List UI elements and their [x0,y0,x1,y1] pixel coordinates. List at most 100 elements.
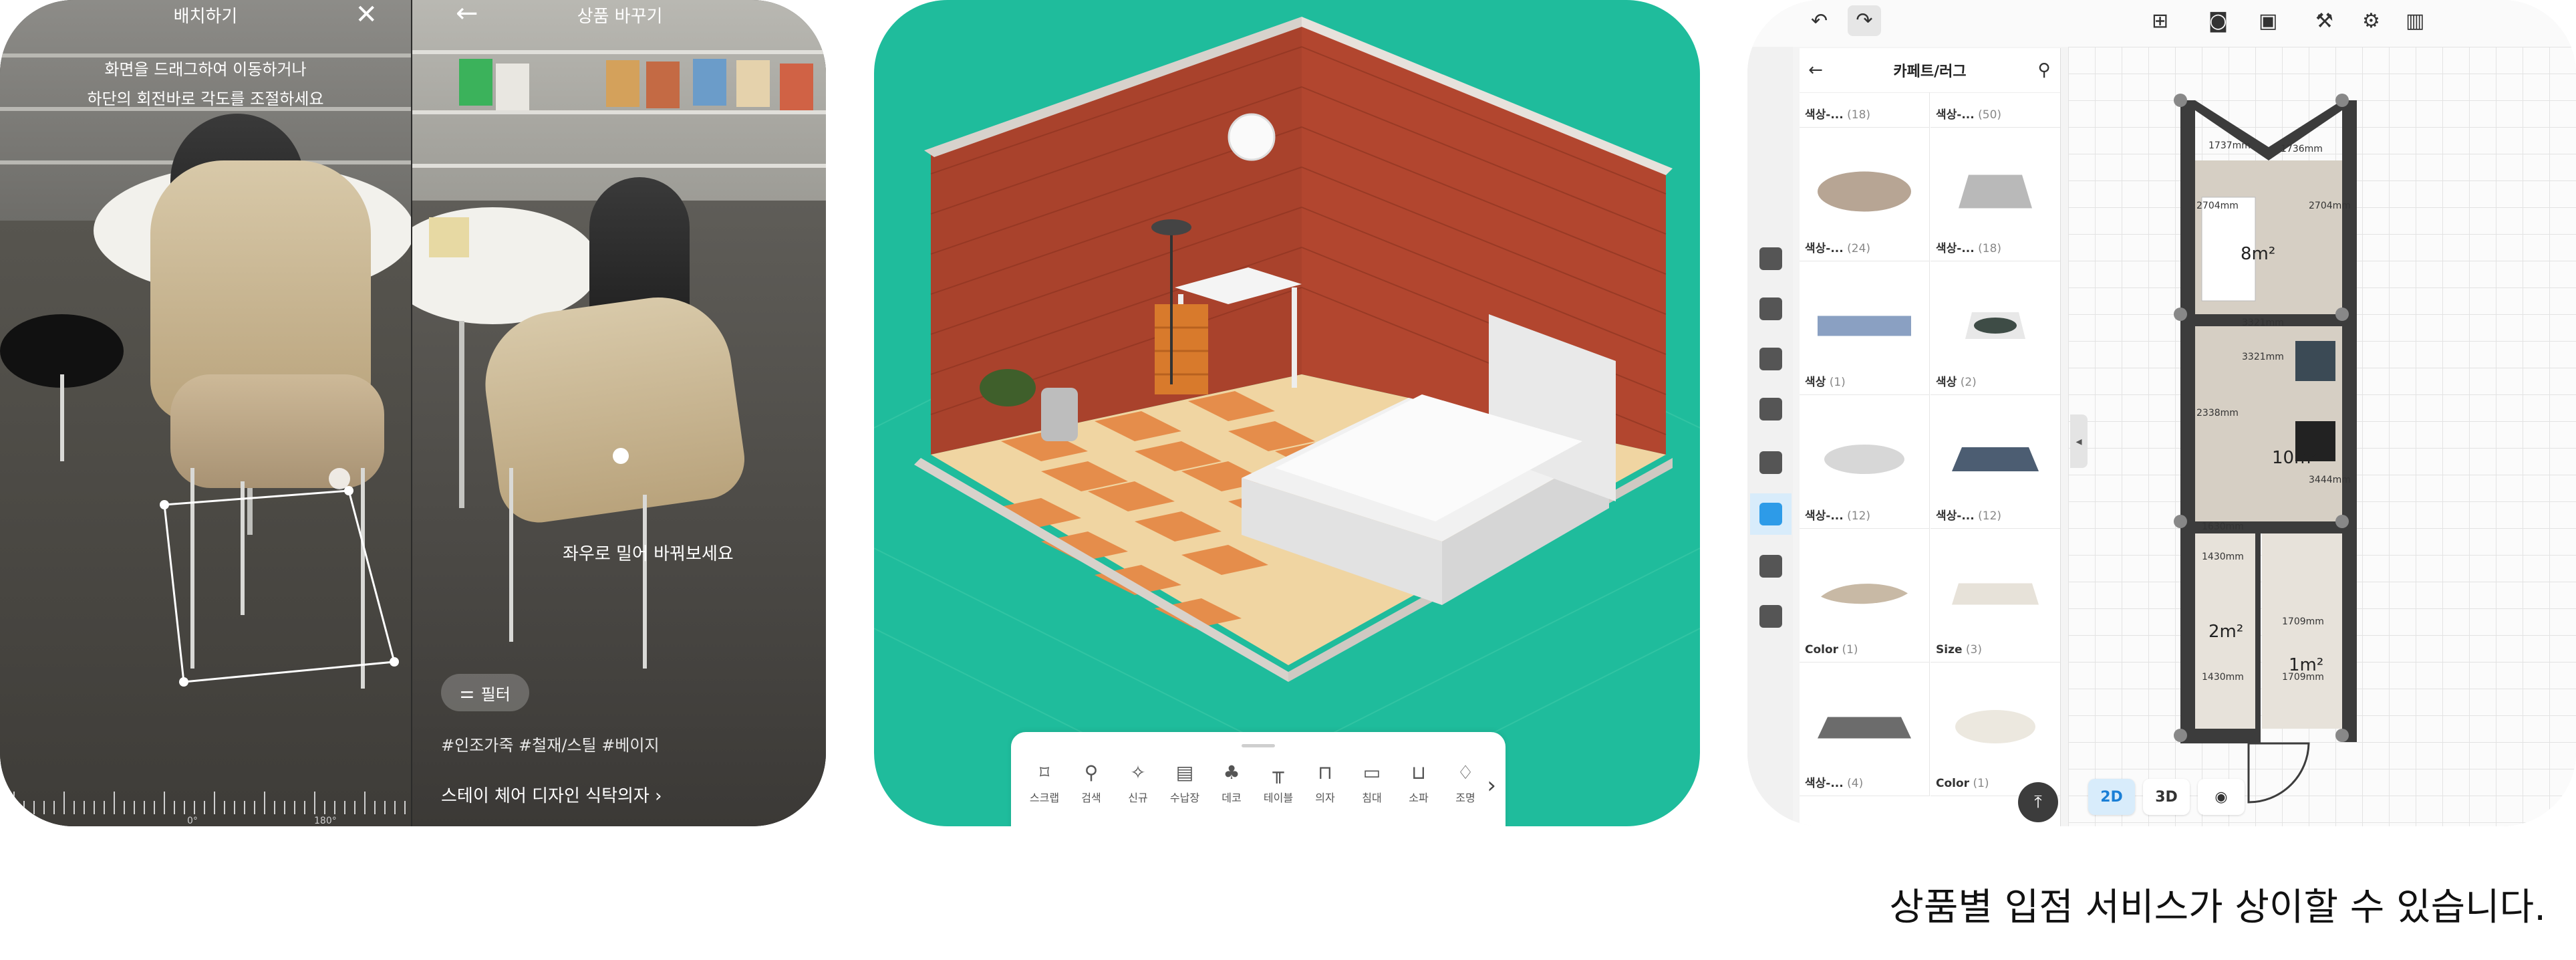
view-toggle: 2D 3D ◉ [2088,779,2245,815]
sheet-handle[interactable] [1242,744,1275,747]
nav-item-bed[interactable]: ▭ 침대 [1348,762,1395,805]
add-file-icon[interactable]: ⊞ [2152,9,2168,33]
cube-icon[interactable] [1759,348,1782,370]
panel-collapse-tab[interactable]: ◂ [2070,414,2088,468]
category-header: ← 카페트/러그 ⚲ [1800,48,2060,93]
clipboard-icon[interactable]: ▥ [2406,9,2424,33]
ruler-tick [104,801,105,814]
product-card[interactable]: 색상 (1) [1800,261,1930,395]
product-card[interactable]: Size (3) [1930,528,2060,663]
gear-icon[interactable]: ⚙ [2362,9,2380,33]
book [606,60,639,107]
cube-icon[interactable] [1759,398,1782,421]
floor-plan-canvas[interactable]: 8m² 10m² 2m² 1m² 1737mm 1736mm 2704mm 27… [2068,47,2576,826]
rotate-handle[interactable] [329,468,350,489]
card-label: 색상-... (18) [1805,108,1871,122]
rug-thumbnail [1959,174,2032,209]
selection-outline[interactable] [154,461,408,702]
beige-chair-back [476,287,750,528]
rug-thumbnail [1818,316,1911,336]
product-card[interactable]: 색상-... (4) [1800,662,1930,796]
book [693,59,726,106]
ruler-tick [184,801,185,814]
nav-item-table[interactable]: ╥ 테이블 [1255,762,1302,805]
nav-item-storage[interactable]: ▤ 수납장 [1161,762,1208,805]
nav-item-search[interactable]: ⚲ 검색 [1068,762,1115,805]
product-card[interactable]: Color (1) [1930,662,2060,796]
search-icon[interactable]: ⚲ [2028,60,2060,80]
ruler-tick [53,801,55,814]
nav-item-deco[interactable]: ♣ 데코 [1208,762,1255,805]
product-name-link[interactable]: 스테이 체어 디자인 식탁의자 › [441,782,662,807]
rug-thumbnail [1818,171,1911,212]
ruler-tick [284,801,285,814]
room-area-label: 8m² [2241,244,2276,264]
rotation-ruler[interactable] [0,779,411,826]
view-3d-button[interactable]: 3D [2143,779,2190,815]
ruler-tick [304,801,305,814]
redo-icon[interactable]: ↷ [1848,5,1881,36]
product-card[interactable]: 색상-... (12) [1800,394,1930,529]
chevron-right-icon[interactable]: › [1487,772,1496,799]
nav-item-new[interactable]: ✧ 신규 [1115,762,1161,805]
rug-category-icon[interactable] [1759,503,1782,525]
dimension-label: 1630mm [2202,521,2244,532]
swipe-handle[interactable] [613,448,629,464]
undo-icon[interactable]: ↶ [1811,9,1828,33]
scroll-top-button[interactable]: ⤒ [2018,782,2058,822]
eye-icon[interactable]: ◉ [2198,779,2245,815]
camera-icon[interactable]: ◙ [2208,9,2228,33]
product-card[interactable]: 색상-... (18) [1800,92,1930,128]
chair-icon: ⊓ [1318,761,1332,784]
ruler-tick [114,792,115,814]
ruler-tick [204,801,205,814]
image-icon[interactable]: ▣ [2259,9,2277,33]
nav-item-chair[interactable]: ⊓ 의자 [1302,762,1348,805]
ruler-tick [43,801,45,814]
user-icon[interactable] [1759,605,1782,628]
room-3d-panel: ⌑ 스크랩 ⚲ 검색 ✧ 신규 ▤ 수납장 ♣ 데코 ╥ 테이블 ⊓ 의자 ▭ … [874,0,1700,826]
cube-icon[interactable] [1759,451,1782,474]
nav-item-scrap[interactable]: ⌑ 스크랩 [1021,762,1068,805]
ruler-tick [244,801,245,814]
ruler-tick [404,801,406,814]
layers-icon[interactable] [1759,555,1782,578]
nav-item-sofa[interactable]: ⊔ 소파 [1395,762,1442,805]
book [646,62,680,108]
ruler-tick [364,792,366,814]
product-card[interactable]: 색상 (2) [1930,261,2060,395]
close-icon[interactable]: ✕ [355,1,378,28]
product-card[interactable]: 색상-... (50) [1930,92,2060,128]
ruler-tick [374,801,376,814]
ruler-tick [23,801,25,814]
ar-left-view: 배치하기 ✕ 화면을 드래그하여 이동하거나 하단의 회전바로 각도를 조절하세… [0,0,411,826]
product-card[interactable]: Color (1) [1800,528,1930,663]
tool-icon[interactable] [1759,247,1782,270]
card-label: 색상-... (18) [1936,242,2002,255]
bookmark-icon: ⌑ [1039,761,1050,784]
card-label: Size (3) [1936,643,1982,656]
back-arrow-icon[interactable]: ← [456,0,478,27]
rug-thumbnail [1952,583,2039,605]
stool-leg [60,374,64,461]
ruler-tick [63,792,65,814]
back-arrow-icon[interactable]: ← [1800,60,1832,80]
product-card[interactable]: 색상-... (18) [1930,127,2060,261]
tool-icon[interactable] [1759,297,1782,320]
ruler-tick [174,801,175,814]
shelf [412,50,826,54]
rug-thumbnail [1965,312,2025,339]
filter-button[interactable]: ⚌ 필터 [441,674,529,711]
rug-thumbnail [1821,584,1908,604]
product-tags: #인조가죽 #철재/스틸 #베이지 [441,736,660,755]
wrench-icon[interactable]: ⚒ [2315,9,2333,33]
room-area-label: 10m² [2272,448,2318,468]
product-card[interactable]: 색상-... (12) [1930,394,2060,529]
nav-item-light[interactable]: ♢ 조명 [1442,762,1489,805]
chevron-right-icon: › [655,786,662,806]
view-2d-button[interactable]: 2D [2088,779,2135,815]
category-panel: ← 카페트/러그 ⚲ 색상-... (18) 색상-... (50) 색상-..… [1800,48,2061,826]
dimension-label: 2704mm [2196,201,2239,211]
product-card[interactable]: 색상-... (24) [1800,127,1930,261]
nav-label: 테이블 [1263,792,1294,804]
